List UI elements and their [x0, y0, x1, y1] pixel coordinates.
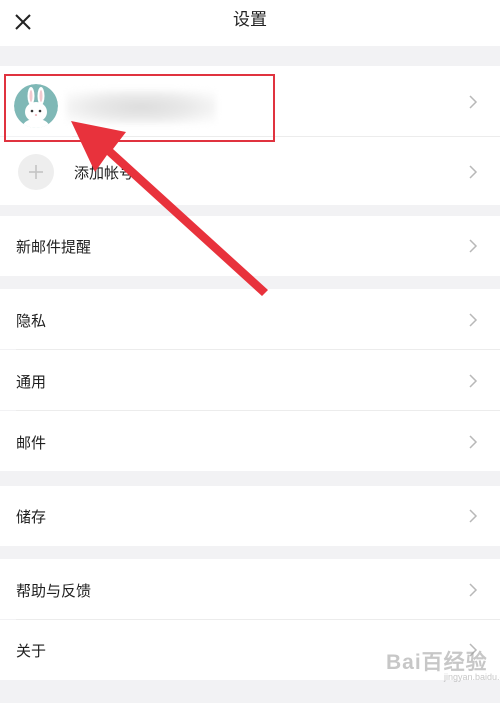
settings-item-general[interactable]: 通用 [0, 350, 500, 410]
chevron-right-icon [469, 95, 478, 109]
chevron-right-icon [469, 509, 478, 523]
help-feedback-label: 帮助与反馈 [16, 582, 92, 600]
plus-icon [29, 165, 43, 179]
settings-item-new-mail-alert[interactable]: 新邮件提醒 [0, 216, 500, 276]
settings-item-mail[interactable]: 邮件 [0, 411, 500, 471]
chevron-right-icon [469, 374, 478, 388]
chevron-right-icon [469, 583, 478, 597]
chevron-right-icon [469, 165, 478, 179]
baidu-watermark: Bai百经验 jingyan.baidu.com [386, 646, 500, 690]
chevron-right-icon [469, 313, 478, 327]
settings-item-privacy[interactable]: 隐私 [0, 289, 500, 349]
highlight-box [4, 74, 275, 142]
chevron-right-icon [469, 239, 478, 253]
add-account-row[interactable]: 添加帐号 [0, 137, 500, 205]
header-bar: 设置 [0, 0, 500, 46]
new-mail-alert-label: 新邮件提醒 [16, 238, 92, 256]
chevron-right-icon [469, 435, 478, 449]
storage-label: 储存 [16, 508, 47, 526]
mail-label: 邮件 [16, 434, 47, 452]
watermark-sub: jingyan.baidu.com [444, 672, 500, 682]
settings-item-help-feedback[interactable]: 帮助与反馈 [0, 559, 500, 619]
about-label: 关于 [16, 642, 47, 660]
settings-item-storage[interactable]: 储存 [0, 486, 500, 546]
privacy-label: 隐私 [16, 312, 47, 330]
add-account-label: 添加帐号 [74, 164, 135, 182]
add-account-button[interactable] [18, 154, 54, 190]
general-label: 通用 [16, 373, 47, 391]
page-title: 设置 [233, 10, 267, 30]
